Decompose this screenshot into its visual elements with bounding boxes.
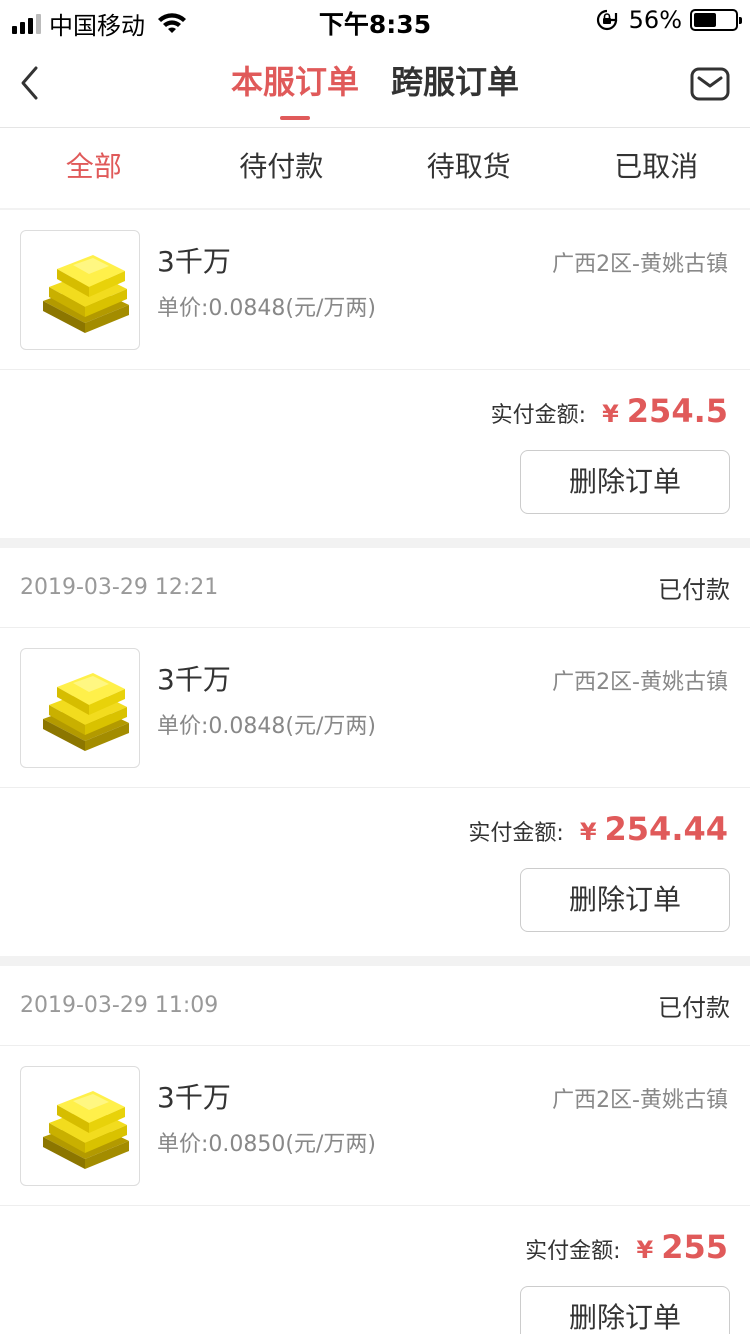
- filter-tab-all[interactable]: 全部: [0, 128, 188, 208]
- amount-value: 255: [661, 1228, 728, 1266]
- order-card: 3千万 单价:0.0848(元/万两) 广西2区-黄姚古镇 实付金额: ¥ 25…: [0, 210, 750, 538]
- item-name: 3千万: [157, 245, 231, 278]
- amount-value: 254.44: [604, 810, 728, 848]
- nav-bar: 本服订单 跨服订单: [0, 40, 750, 128]
- orientation-lock-icon: [596, 9, 617, 31]
- order-item[interactable]: 3千万 单价:0.0848(元/万两) 广西2区-黄姚古镇: [0, 210, 750, 370]
- paid-label: 实付金额:: [490, 403, 587, 428]
- paid-amount: 实付金额: ¥ 254.5: [491, 392, 728, 430]
- filter-tab-pending-pickup[interactable]: 待取货: [375, 128, 563, 208]
- currency-symbol: ¥: [636, 1236, 654, 1264]
- order-filter-tabs: 全部 待付款 待取货 已取消: [0, 128, 750, 208]
- paid-label: 实付金额:: [468, 821, 564, 846]
- delete-order-button[interactable]: 删除订单: [520, 1286, 730, 1334]
- unit-price: 单价:0.0850(元/万两): [157, 1132, 376, 1157]
- nav-tabs: 本服订单 跨服订单: [0, 40, 750, 128]
- order-card-footer: 实付金额: ¥ 255 删除订单: [0, 1206, 750, 1334]
- order-card-header: 2019-03-29 12:21 已付款: [0, 548, 750, 628]
- order-item[interactable]: 3千万 单价:0.0848(元/万两) 广西2区-黄姚古镇: [0, 628, 750, 788]
- item-name: 3千万: [157, 663, 231, 696]
- amount-value: 254.5: [626, 392, 728, 430]
- order-list[interactable]: 3千万 单价:0.0848(元/万两) 广西2区-黄姚古镇 实付金额: ¥ 25…: [0, 210, 750, 1334]
- gold-ingot-icon: [43, 1091, 129, 1169]
- unit-price: 单价:0.0848(元/万两): [157, 296, 376, 321]
- order-card: 2019-03-29 11:09 已付款 3千万 单价:0.0850(元/万两)…: [0, 966, 750, 1334]
- order-status: 已付款: [658, 994, 730, 1022]
- paid-amount: 实付金额: ¥ 255: [525, 1228, 728, 1266]
- filter-tab-cancelled[interactable]: 已取消: [563, 128, 750, 208]
- tab-cross-server-orders[interactable]: 跨服订单: [391, 40, 519, 128]
- battery-percent: 56%: [628, 6, 682, 34]
- item-thumbnail: [20, 230, 140, 350]
- gold-ingot-icon: [43, 255, 129, 333]
- mail-icon[interactable]: [690, 66, 730, 102]
- status-bar: 中国移动 下午8:35 56%: [0, 0, 750, 40]
- order-card-footer: 实付金额: ¥ 254.5 删除订单: [0, 370, 750, 538]
- order-date: 2019-03-29 11:09: [20, 993, 219, 1018]
- order-item[interactable]: 3千万 单价:0.0850(元/万两) 广西2区-黄姚古镇: [0, 1046, 750, 1206]
- tab-local-orders[interactable]: 本服订单: [231, 40, 359, 128]
- delete-order-button[interactable]: 删除订单: [520, 868, 730, 932]
- order-card-footer: 实付金额: ¥ 254.44 删除订单: [0, 788, 750, 956]
- battery-icon: [690, 9, 742, 31]
- paid-label: 实付金额:: [525, 1239, 621, 1264]
- server-name: 广西2区-黄姚古镇: [552, 1088, 728, 1113]
- item-thumbnail: [20, 648, 140, 768]
- status-bar-right: 56%: [595, 6, 742, 34]
- item-thumbnail: [20, 1066, 140, 1186]
- battery-fill: [694, 13, 717, 27]
- unit-price: 单价:0.0848(元/万两): [157, 714, 376, 739]
- currency-symbol: ¥: [579, 818, 597, 846]
- server-name: 广西2区-黄姚古镇: [552, 252, 728, 277]
- order-status: 已付款: [658, 576, 730, 604]
- paid-amount: 实付金额: ¥ 254.44: [468, 810, 728, 848]
- order-card: 2019-03-29 12:21 已付款 3千万 单价:0.0848(元/万两)…: [0, 548, 750, 956]
- order-date: 2019-03-29 12:21: [20, 575, 219, 600]
- order-card-header: 2019-03-29 11:09 已付款: [0, 966, 750, 1046]
- delete-order-button[interactable]: 删除订单: [520, 450, 730, 514]
- item-name: 3千万: [157, 1081, 231, 1114]
- currency-symbol: ¥: [602, 400, 619, 428]
- gold-ingot-icon: [43, 673, 129, 751]
- server-name: 广西2区-黄姚古镇: [552, 670, 728, 695]
- filter-tab-pending-payment[interactable]: 待付款: [188, 128, 376, 208]
